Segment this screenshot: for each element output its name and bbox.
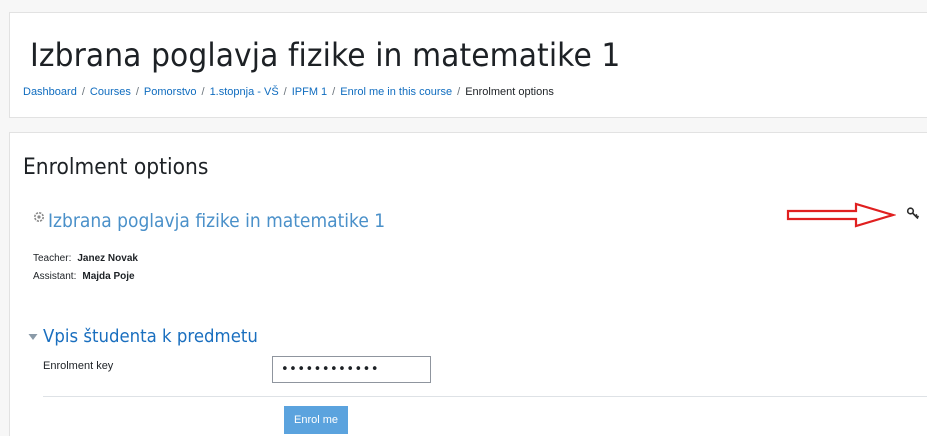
breadcrumb-item-enrol[interactable]: Enrol me in this course	[340, 86, 452, 98]
breadcrumb-separator: /	[332, 86, 336, 98]
staff-role-label: Assistant:	[33, 271, 77, 282]
chevron-down-icon[interactable]	[27, 332, 39, 342]
breadcrumb-item-course[interactable]: IPFM 1	[292, 86, 327, 98]
course-icon	[34, 212, 44, 222]
course-teacher: Teacher: Janez Novak	[33, 253, 138, 264]
form-divider	[43, 396, 927, 397]
enrolment-key-label: Enrolment key	[43, 360, 114, 372]
breadcrumb-separator: /	[135, 86, 139, 98]
breadcrumb-separator: /	[81, 86, 85, 98]
enrol-form-legend[interactable]: Vpis študenta k predmetu	[43, 326, 258, 347]
breadcrumb-item-pomorstvo[interactable]: Pomorstvo	[144, 86, 197, 98]
breadcrumb-item-courses[interactable]: Courses	[90, 86, 131, 98]
staff-role-label: Teacher:	[33, 253, 72, 264]
staff-name: Janez Novak	[77, 253, 138, 264]
section-heading: Enrolment options	[23, 155, 209, 180]
red-arrow-icon	[786, 202, 896, 228]
breadcrumb: Dashboard / Courses / Pomorstvo / 1.stopnja - …	[23, 86, 554, 98]
staff-name: Majda Poje	[82, 271, 135, 282]
enrol-me-button[interactable]: Enrol me	[284, 406, 348, 434]
breadcrumb-item-current: Enrolment options	[465, 86, 554, 98]
breadcrumb-item-dashboard[interactable]: Dashboard	[23, 86, 77, 98]
page-title: Izbrana poglavja fizike in matematike 1	[30, 36, 621, 74]
enrolment-key-input[interactable]	[272, 356, 431, 383]
breadcrumb-item-category[interactable]: 1.stopnja - VŠ	[210, 86, 279, 98]
course-assistant: Assistant: Majda Poje	[33, 271, 135, 282]
course-name-link[interactable]: Izbrana poglavja fizike in matematike 1	[48, 210, 385, 232]
key-icon[interactable]	[906, 206, 920, 220]
breadcrumb-separator: /	[457, 86, 461, 98]
breadcrumb-separator: /	[283, 86, 287, 98]
breadcrumb-separator: /	[201, 86, 205, 98]
